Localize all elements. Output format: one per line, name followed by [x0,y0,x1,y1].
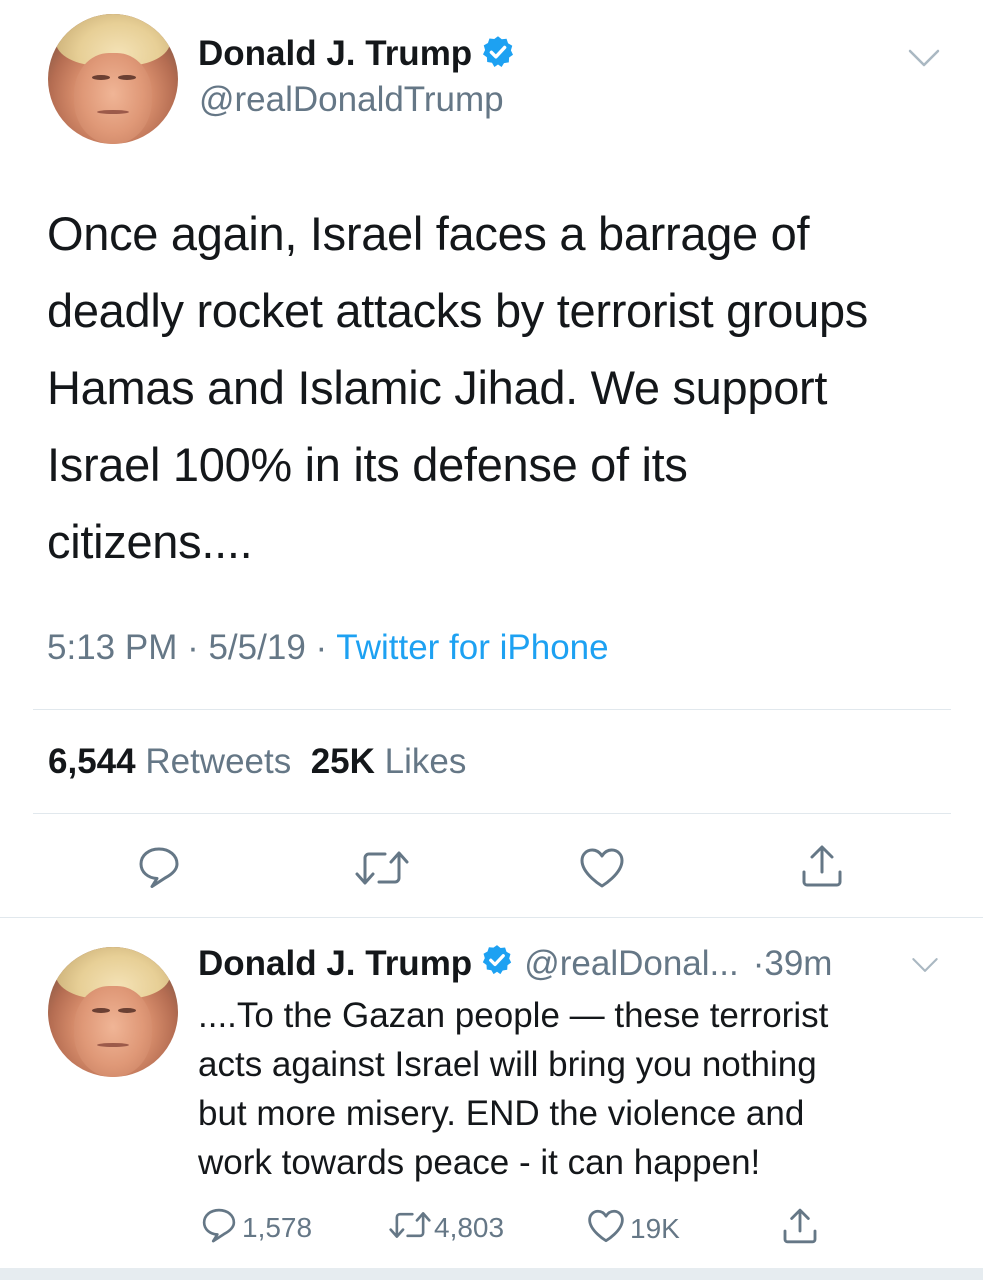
likes-stat[interactable]: 25K Likes [311,742,467,781]
divider [0,917,983,918]
reply-reply-action[interactable]: 1,578 [200,1206,312,1249]
reply-retweet-action[interactable]: 4,803 [388,1208,504,1247]
tweet-text-line: citizens.... [47,515,253,568]
reply-time[interactable]: 39m [764,944,832,984]
verified-badge-icon [480,943,514,986]
chevron-down-icon[interactable] [910,953,940,977]
bottom-separator [0,1268,983,1280]
author-avatar[interactable] [48,14,178,144]
retweet-label: Retweets [145,742,292,781]
share-icon[interactable] [780,1206,820,1251]
reply-text-line: work towards peace - it can happen! [198,1143,761,1182]
author-handle[interactable]: @realDonaldTrump [199,80,504,120]
reply-text-line: acts against Israel will bring you nothi… [198,1045,817,1084]
retweet-icon[interactable] [354,846,410,890]
reply-text: ....To the Gazan people — these terroris… [198,991,958,1187]
reply-author-handle[interactable]: @realDonal... [524,944,739,984]
retweet-count: 4,803 [434,1211,505,1243]
retweet-icon [388,1208,432,1247]
retweets-stat[interactable]: 6,544 Retweets [48,742,291,781]
tweet-stats: 6,544 Retweets 25K Likes [48,742,466,782]
divider [33,813,951,814]
reply-like-action[interactable]: 19K [586,1208,680,1249]
like-label: Likes [384,742,467,781]
divider [33,709,951,710]
reply-text-line: but more misery. END the violence and [198,1094,805,1133]
tweet-text-line: Hamas and Islamic Jihad. We support [47,361,828,414]
chevron-down-icon[interactable] [906,44,942,72]
reply-text-line: ....To the Gazan people — these terroris… [198,996,829,1035]
reply-icon [200,1206,238,1249]
tweet-text-line: Israel 100% in its defense of its [47,438,688,491]
tweet-text-line: Once again, Israel faces a barrage of [47,207,810,260]
reply-author-avatar[interactable] [48,947,178,1077]
reply-icon[interactable] [136,844,182,890]
like-icon[interactable] [578,846,626,890]
tweet-text: Once again, Israel faces a barrage of de… [47,195,947,580]
tweet-source-link[interactable]: Twitter for iPhone [336,628,608,667]
verified-badge-icon [480,34,516,75]
like-count: 19K [630,1212,680,1244]
author-name[interactable]: Donald J. Trump [198,34,472,74]
tweet-date: 5/5/19 [208,628,306,667]
reply-header: Donald J. Trump @realDonal... · 39m [198,942,832,986]
like-icon [586,1208,626,1249]
reply-author-name[interactable]: Donald J. Trump [198,944,472,984]
author-name-row: Donald J. Trump [198,32,516,76]
like-count: 25K [310,742,375,781]
share-icon[interactable] [798,842,846,890]
tweet-text-line: deadly rocket attacks by terrorist group… [47,284,869,337]
reply-count: 1,578 [242,1211,313,1243]
retweet-count: 6,544 [48,742,136,781]
tweet-meta: 5:13 PM · 5/5/19 · Twitter for iPhone [47,628,609,667]
tweet-time: 5:13 PM [47,628,178,667]
